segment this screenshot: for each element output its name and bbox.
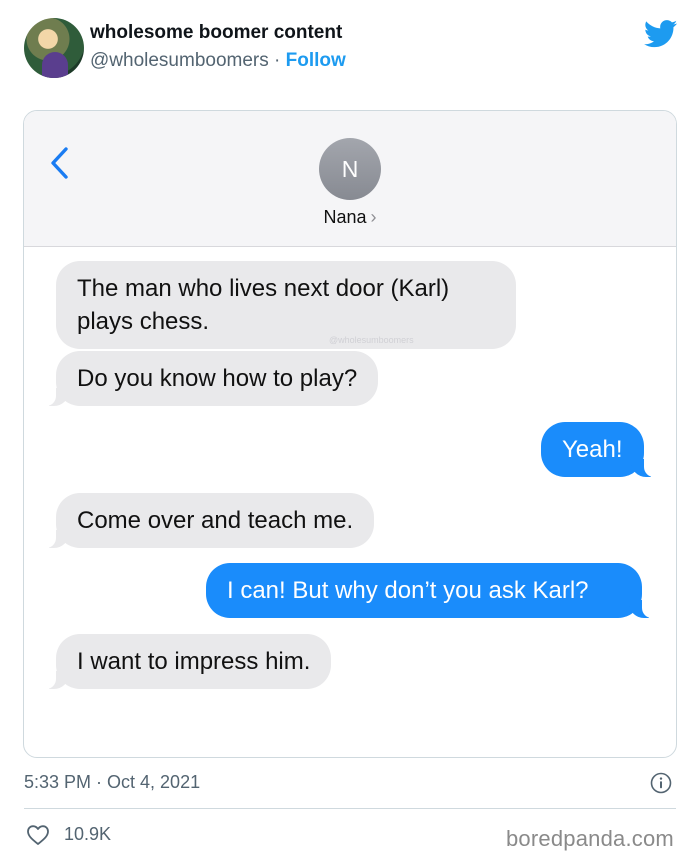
like-count: 10.9K bbox=[64, 824, 112, 844]
heart-icon[interactable] bbox=[26, 824, 50, 846]
divider bbox=[24, 808, 676, 809]
chevron-left-icon[interactable] bbox=[48, 145, 72, 181]
author-handle[interactable]: @wholesumboomers bbox=[90, 50, 269, 71]
messages-header: N Nana › bbox=[24, 111, 676, 247]
watermark: @wholesumboomers bbox=[329, 335, 414, 345]
tweet-timestamp[interactable]: 5:33 PM · Oct 4, 2021 bbox=[24, 772, 200, 793]
message-bubble-outgoing[interactable]: I can! But why don’t you ask Karl? bbox=[206, 563, 652, 618]
info-icon[interactable] bbox=[650, 772, 672, 794]
author-meta: @wholesumboomers · Follow bbox=[90, 50, 346, 72]
message-bubble-incoming[interactable]: I want to impress him. bbox=[45, 634, 332, 689]
twitter-bird-icon[interactable] bbox=[644, 20, 678, 48]
chevron-right-icon: › bbox=[370, 207, 377, 227]
tweet-header: wholesome boomer content @wholesumboomer… bbox=[0, 0, 700, 100]
message-bubble-incoming[interactable]: Come over and teach me. bbox=[45, 493, 375, 548]
message-screenshot[interactable]: N Nana › The man who lives next door (Kar… bbox=[23, 110, 677, 758]
message-bubble-incoming[interactable]: Do you know how to play? bbox=[45, 351, 379, 406]
meta-separator: · bbox=[268, 50, 286, 71]
follow-link[interactable]: Follow bbox=[286, 50, 346, 71]
contact-name-row[interactable]: Nana › bbox=[24, 207, 676, 228]
author-name[interactable]: wholesome boomer content bbox=[90, 22, 342, 44]
contact-name: Nana bbox=[323, 207, 367, 227]
author-avatar[interactable] bbox=[24, 18, 84, 78]
message-bubble-incoming[interactable]: The man who lives next door (Karl) plays… bbox=[56, 261, 516, 349]
source-logo: boredpanda.com bbox=[506, 826, 674, 851]
contact-avatar[interactable]: N bbox=[319, 138, 381, 200]
message-bubble-outgoing[interactable]: Yeah! bbox=[541, 422, 653, 477]
